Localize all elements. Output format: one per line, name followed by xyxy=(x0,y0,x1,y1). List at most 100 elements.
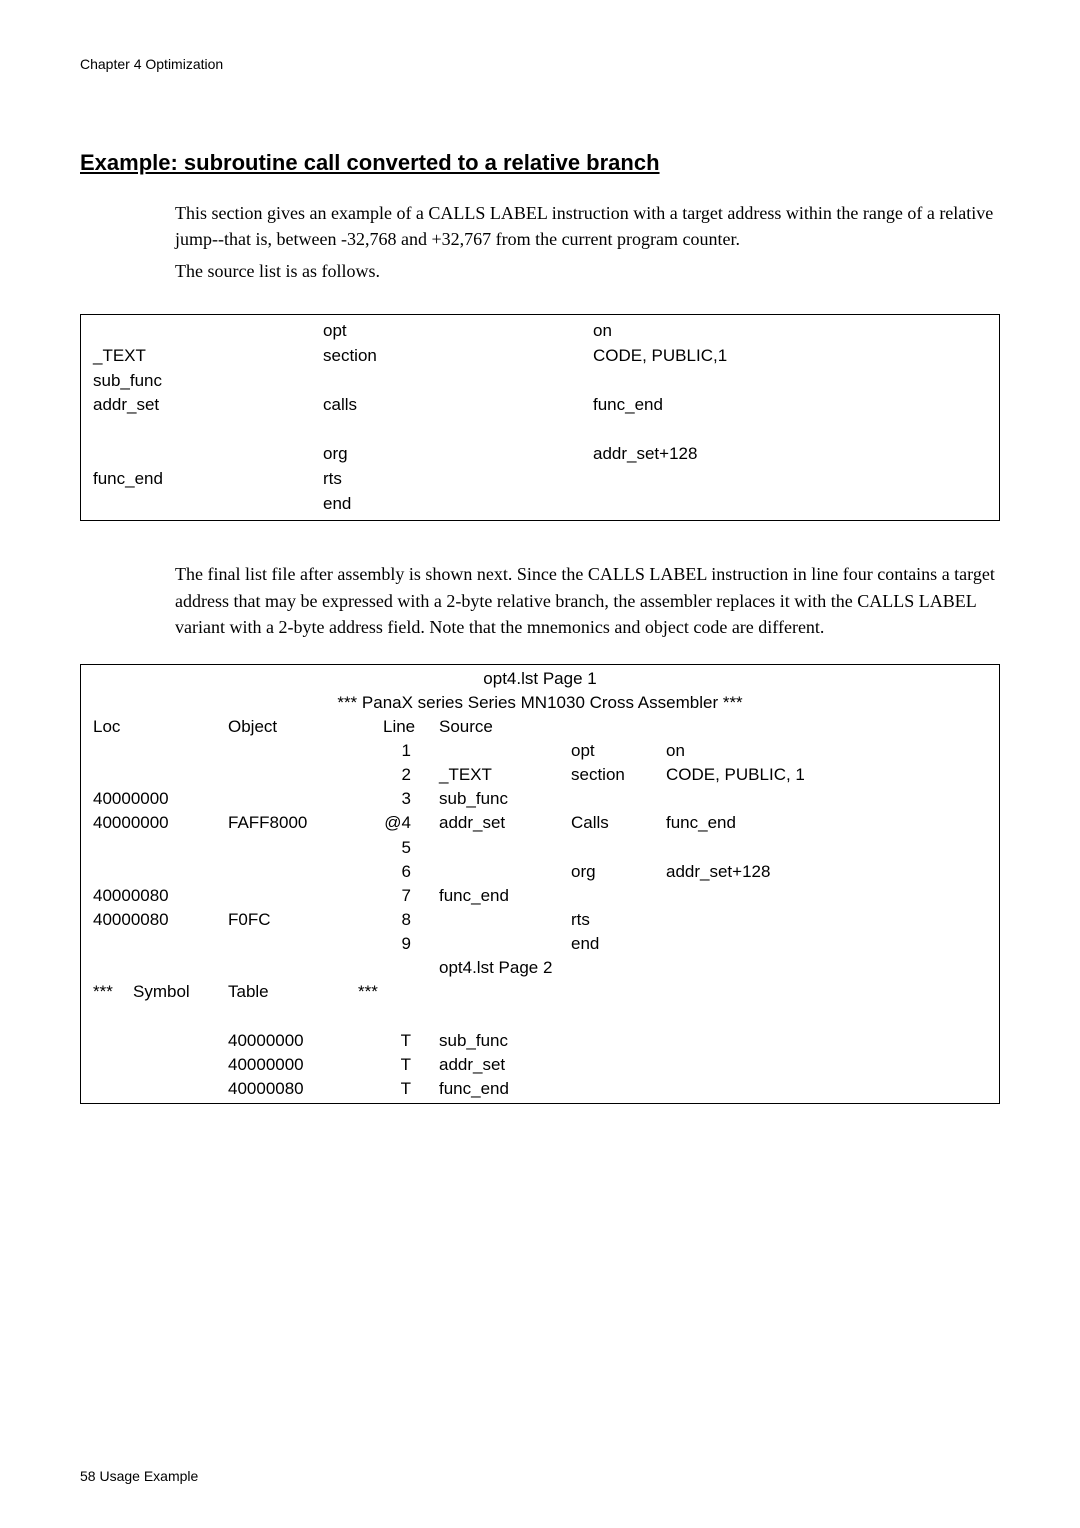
listing-cell xyxy=(666,836,987,860)
source-cell: on xyxy=(593,319,987,344)
source-cell: func_end xyxy=(593,393,987,418)
source-cell xyxy=(93,492,323,517)
listing-cell: FAFF8000 xyxy=(228,811,383,835)
listing-cell xyxy=(571,787,666,811)
listing-cell xyxy=(666,908,987,932)
source-cell xyxy=(593,492,987,517)
paragraph-3: The final list file after assembly is sh… xyxy=(175,561,1000,639)
listing-cell: end xyxy=(571,932,666,956)
listing-cell: T xyxy=(383,1029,439,1053)
source-cell: end xyxy=(323,492,593,517)
listing-cell xyxy=(93,932,228,956)
listing-cell: 8 xyxy=(383,908,439,932)
source-cell: opt xyxy=(323,319,593,344)
listing-cell: on xyxy=(666,739,987,763)
listing-cell: _TEXT xyxy=(439,763,571,787)
paragraph-2: The source list is as follows. xyxy=(175,258,1000,284)
symbol-row: 40000000 T addr_set xyxy=(93,1053,987,1077)
listing-cell xyxy=(228,860,383,884)
listing-cell: 2 xyxy=(383,763,439,787)
listing-cell: 1 xyxy=(383,739,439,763)
listing-row: 6 org addr_set+128 xyxy=(93,860,987,884)
listing-cell: 3 xyxy=(383,787,439,811)
listing-cell: addr_set xyxy=(439,811,571,835)
listing-cell: 6 xyxy=(383,860,439,884)
listing-row: 40000000 3 sub_func xyxy=(93,787,987,811)
listing-cell: T xyxy=(383,1077,439,1101)
listing-header: Source xyxy=(439,715,571,739)
symbol-stars: *** xyxy=(358,980,378,1004)
listing-cell xyxy=(93,836,228,860)
listing-cell xyxy=(93,739,228,763)
symbol-row: 40000000 T sub_func xyxy=(93,1029,987,1053)
listing-header: Loc xyxy=(93,715,228,739)
listing-cell xyxy=(666,932,987,956)
listing-row: 40000000 FAFF8000 @4 addr_set Calls func… xyxy=(93,811,987,835)
listing-cell xyxy=(666,884,987,908)
section-heading: Example: subroutine call converted to a … xyxy=(80,150,1000,176)
listing-cell: Calls xyxy=(571,811,666,835)
source-row: addr_set calls func_end xyxy=(93,393,987,418)
listing-cell: 40000000 xyxy=(93,811,228,835)
listing-header: Line xyxy=(383,715,439,739)
source-cell: calls xyxy=(323,393,593,418)
listing-cell: 9 xyxy=(383,932,439,956)
listing-row: 2 _TEXT section CODE, PUBLIC, 1 xyxy=(93,763,987,787)
source-listing-box: opt on _TEXT section CODE, PUBLIC,1 sub_… xyxy=(80,314,1000,521)
source-row xyxy=(93,418,987,443)
output-listing-box: opt4.lst Page 1 *** PanaX series Series … xyxy=(80,664,1000,1104)
listing-cell: rts xyxy=(571,908,666,932)
listing-cell xyxy=(93,1053,228,1077)
source-cell: _TEXT xyxy=(93,344,323,369)
listing-row: 40000080 7 func_end xyxy=(93,884,987,908)
source-cell: section xyxy=(323,344,593,369)
listing-cell: opt xyxy=(571,739,666,763)
listing-row: 9 end xyxy=(93,932,987,956)
listing-cell xyxy=(93,1077,228,1101)
listing-cell: 7 xyxy=(383,884,439,908)
source-cell xyxy=(93,319,323,344)
listing-cell: @4 xyxy=(383,811,439,835)
listing-cell xyxy=(439,739,571,763)
symbol-row: 40000080 T func_end xyxy=(93,1077,987,1101)
page-footer: 58 Usage Example xyxy=(80,1468,198,1484)
source-row: opt on xyxy=(93,319,987,344)
listing-cell: func_end xyxy=(439,884,571,908)
listing-cell: opt4.lst Page 2 xyxy=(439,956,571,980)
symbol-stars: *** xyxy=(93,980,133,1004)
listing-cell: addr_set xyxy=(439,1053,571,1077)
listing-cell: F0FC xyxy=(228,908,383,932)
listing-cell xyxy=(439,836,571,860)
source-cell: addr_set+128 xyxy=(593,442,987,467)
listing-cell: 40000000 xyxy=(93,787,228,811)
listing-cell xyxy=(571,884,666,908)
listing-cell xyxy=(383,956,439,980)
listing-blank xyxy=(93,1004,987,1028)
listing-row: 40000080 F0FC 8 rts xyxy=(93,908,987,932)
source-row: _TEXT section CODE, PUBLIC,1 xyxy=(93,344,987,369)
source-cell xyxy=(93,418,323,443)
listing-cell xyxy=(439,932,571,956)
source-cell xyxy=(323,418,593,443)
listing-cell xyxy=(228,739,383,763)
listing-cell xyxy=(93,956,228,980)
source-cell xyxy=(593,467,987,492)
listing-cell: func_end xyxy=(666,811,987,835)
listing-cell xyxy=(439,908,571,932)
listing-cell: func_end xyxy=(439,1077,571,1101)
listing-cell xyxy=(228,884,383,908)
source-cell xyxy=(93,442,323,467)
listing-cell xyxy=(228,787,383,811)
listing-cell xyxy=(228,932,383,956)
source-row: org addr_set+128 xyxy=(93,442,987,467)
listing-cell: sub_func xyxy=(439,1029,571,1053)
listing-cell: 40000000 xyxy=(228,1029,383,1053)
listing-cell: CODE, PUBLIC, 1 xyxy=(666,763,987,787)
source-cell xyxy=(593,418,987,443)
listing-cell: 40000080 xyxy=(93,884,228,908)
listing-row: 5 xyxy=(93,836,987,860)
chapter-header: Chapter 4 Optimization xyxy=(80,56,1000,72)
source-cell: CODE, PUBLIC,1 xyxy=(593,344,987,369)
listing-cell xyxy=(228,836,383,860)
listing-cell xyxy=(93,763,228,787)
